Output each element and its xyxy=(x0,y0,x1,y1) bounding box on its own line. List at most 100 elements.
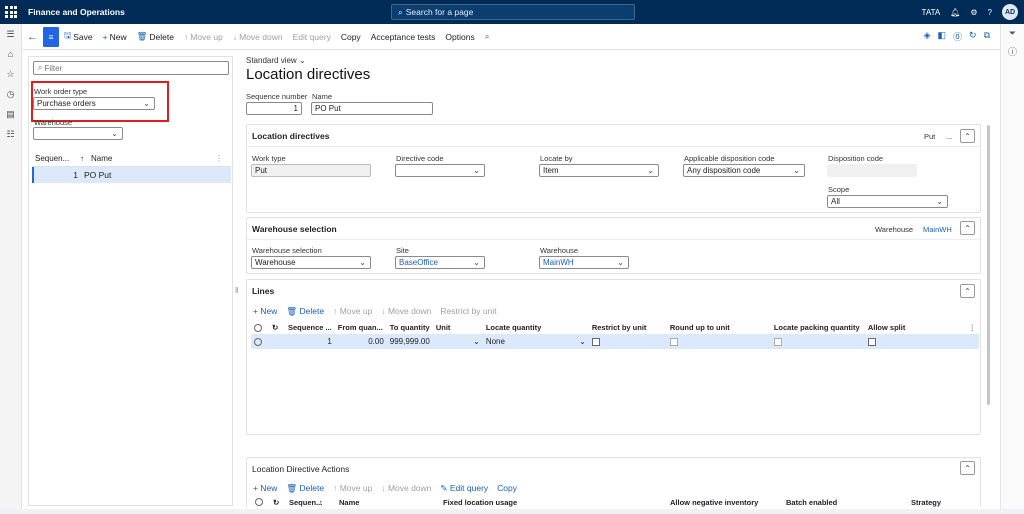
move-down-button[interactable]: ↓ Move down xyxy=(228,27,288,47)
column-batch-enabled[interactable]: Batch enabled xyxy=(786,498,837,507)
column-locate-quantity[interactable]: Locate quantity xyxy=(483,320,589,334)
page-scrollbar[interactable] xyxy=(987,125,990,405)
cell-locate-quantity[interactable]: None ⌄ xyxy=(482,334,589,349)
column-strategy[interactable]: Strategy xyxy=(911,498,941,507)
cell-to-quantity[interactable]: 999,999.00 xyxy=(386,334,433,349)
list-view-toggle-icon[interactable]: ≡ xyxy=(43,26,59,47)
fasttab-header[interactable] xyxy=(247,218,980,240)
warehouse-selection-select[interactable]: Warehouse ⌄ xyxy=(251,256,371,269)
cell-allow-split[interactable] xyxy=(864,334,966,349)
avatar[interactable]: AD xyxy=(1002,4,1018,20)
work-order-type-select[interactable]: Purchase orders ⌄ xyxy=(33,97,155,110)
refresh-icon[interactable]: ↻ xyxy=(269,320,285,334)
fasttab-header[interactable] xyxy=(247,125,980,147)
site-select[interactable]: BaseOffice ⌄ xyxy=(395,256,485,269)
cell-round-up-to-unit[interactable] xyxy=(666,334,771,349)
scope-select[interactable]: All ⌄ xyxy=(827,195,948,208)
column-to-quantity[interactable]: To quantity xyxy=(387,320,433,334)
lines-delete-button[interactable]: 🗑︎ Delete xyxy=(286,306,324,317)
column-unit[interactable]: Unit xyxy=(433,320,483,334)
cell-from-quantity[interactable]: 0.00 xyxy=(334,334,387,349)
lines-new-button[interactable]: + New xyxy=(253,306,277,317)
select-all-radio[interactable] xyxy=(255,498,263,506)
app-launcher-icon[interactable] xyxy=(0,0,22,24)
column-restrict-by-unit[interactable]: Restrict by unit xyxy=(589,320,667,334)
fasttab-header[interactable] xyxy=(247,458,980,480)
restrict-by-unit-button[interactable]: Restrict by unit xyxy=(440,306,496,317)
table-row[interactable]: 1 0.00 999,999.00 ⌄ None ⌄ xyxy=(251,334,979,349)
directive-code-select[interactable]: ⌄ xyxy=(395,164,485,177)
column-locate-packing-quantity[interactable]: Locate packing quantity xyxy=(771,320,865,334)
cell-unit[interactable]: ⌄ xyxy=(432,334,483,349)
move-up-button[interactable]: ↑ Move up xyxy=(179,27,228,47)
actions-copy-button[interactable]: Copy xyxy=(497,483,517,494)
power-apps-icon[interactable]: ◈ xyxy=(924,30,931,43)
view-selector[interactable]: Standard view ⌄ xyxy=(246,56,306,65)
cell-restrict-by-unit[interactable] xyxy=(588,334,667,349)
chevron-up-icon[interactable]: ⌃ xyxy=(960,461,975,475)
warehouse-field-select[interactable]: MainWH ⌄ xyxy=(539,256,629,269)
row-select-radio[interactable] xyxy=(251,334,269,349)
cell-locate-packing-quantity[interactable] xyxy=(770,334,865,349)
name-field[interactable]: PO Put xyxy=(311,102,433,115)
acceptance-tests-button[interactable]: Acceptance tests xyxy=(366,27,441,47)
home-icon[interactable]: ⌂ xyxy=(0,44,21,64)
chevron-up-icon[interactable]: ⌃ xyxy=(960,284,975,298)
hamburger-icon[interactable]: ☰ xyxy=(0,24,21,44)
column-fixed-location-usage[interactable]: Fixed location usage xyxy=(443,498,517,507)
clock-icon[interactable]: ◷ xyxy=(0,84,21,104)
column-from-quantity[interactable]: From quan... xyxy=(335,320,387,334)
actions-move-up-button[interactable]: ↑ Move up xyxy=(333,483,372,494)
refresh-icon[interactable]: ↻ xyxy=(273,498,279,507)
workspace-icon[interactable]: ▤ xyxy=(0,104,21,124)
actions-move-down-button[interactable]: ↓ Move down xyxy=(381,483,431,494)
column-sequence[interactable]: Sequen... xyxy=(289,498,322,507)
new-button[interactable]: + New xyxy=(98,27,132,47)
sequence-number-field[interactable]: 1 xyxy=(246,102,302,115)
column-sequence[interactable]: Sequence ... xyxy=(285,320,335,334)
list-item[interactable]: 1 PO Put xyxy=(32,167,231,183)
office-icon[interactable]: ◧ xyxy=(937,30,946,43)
column-name[interactable]: Name xyxy=(339,498,359,507)
search-actions-icon[interactable]: ⌕ xyxy=(480,27,495,47)
delete-button[interactable]: 🗑︎ Delete xyxy=(132,27,179,47)
edit-query-button[interactable]: Edit query xyxy=(288,27,336,47)
open-new-window-icon[interactable]: ⧉ xyxy=(984,30,990,43)
column-name[interactable]: Name xyxy=(85,154,215,163)
list-icon[interactable]: ☷ xyxy=(0,124,21,144)
copy-button[interactable]: Copy xyxy=(336,27,366,47)
cell-sequence[interactable]: 1 xyxy=(285,334,335,349)
fasttab-summary-link[interactable]: MainWH xyxy=(923,225,952,234)
chevron-up-icon[interactable]: ⌃ xyxy=(960,129,975,143)
save-button[interactable]: 🖫︎ Save xyxy=(59,27,98,47)
filter-icon[interactable]: ⏷ xyxy=(1001,24,1024,42)
column-allow-negative-inventory[interactable]: Allow negative inventory xyxy=(670,498,758,507)
disposition-select[interactable]: Any disposition code ⌄ xyxy=(683,164,805,177)
fasttab-header[interactable] xyxy=(247,280,980,302)
gear-icon[interactable]: ⚙ xyxy=(970,8,977,17)
locate-by-select[interactable]: Item ⌄ xyxy=(539,164,659,177)
select-all-radio[interactable] xyxy=(251,320,269,334)
pane-splitter-handle[interactable]: ‖ xyxy=(235,286,238,295)
column-sequence[interactable]: Sequen... xyxy=(32,154,80,163)
more-vertical-icon[interactable]: ⋮ xyxy=(215,154,223,163)
actions-edit-query-button[interactable]: ✎ Edit query xyxy=(440,483,488,494)
actions-delete-button[interactable]: 🗑︎ Delete xyxy=(286,483,324,494)
app-title[interactable]: Finance and Operations xyxy=(28,7,125,17)
actions-new-button[interactable]: + New xyxy=(253,483,277,494)
column-round-up-to-unit[interactable]: Round up to unit xyxy=(667,320,771,334)
chevron-up-icon[interactable]: ⌃ xyxy=(960,221,975,235)
warehouse-select[interactable]: ⌄ xyxy=(33,127,123,140)
company-selector[interactable]: TATA xyxy=(922,8,941,17)
filter-input[interactable]: ⌕ Filter xyxy=(33,61,229,75)
global-search-input[interactable]: ⌕ Search for a page xyxy=(391,4,635,20)
column-allow-split[interactable]: Allow split xyxy=(865,320,966,334)
bell-icon[interactable]: 🔔︎ xyxy=(950,8,960,17)
attachments-icon[interactable]: ⓪ xyxy=(953,30,962,43)
lines-move-up-button[interactable]: ↑ Move up xyxy=(333,306,372,317)
star-icon[interactable]: ☆ xyxy=(0,64,21,84)
back-arrow-icon[interactable]: ← xyxy=(22,27,43,47)
lines-move-down-button[interactable]: ↓ Move down xyxy=(381,306,431,317)
help-icon[interactable]: ? xyxy=(988,8,992,17)
options-tab[interactable]: Options xyxy=(440,27,479,47)
